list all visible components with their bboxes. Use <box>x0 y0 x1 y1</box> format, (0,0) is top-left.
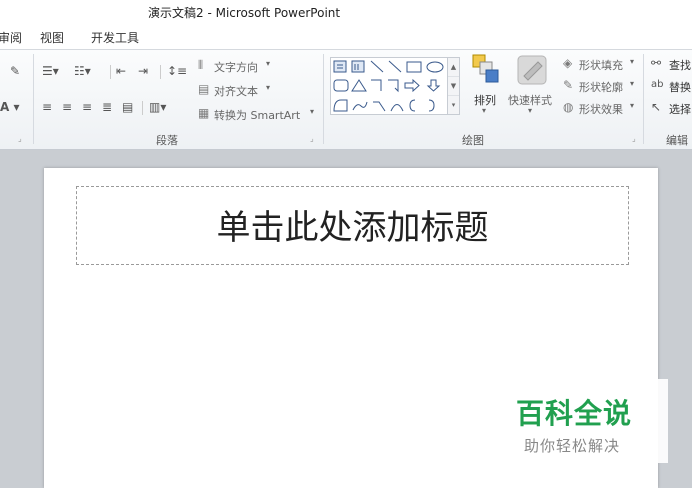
replace-icon: ab <box>651 79 664 90</box>
title-bar: 演示文稿2 - Microsoft PowerPoint <box>0 0 692 24</box>
text-direction-button[interactable]: 文字方向 <box>214 59 258 75</box>
scroll-down-icon[interactable]: ▼ <box>448 77 459 96</box>
separator <box>160 65 161 79</box>
text-direction-icon: ⫴ <box>198 58 204 72</box>
chevron-down-icon: ▾ <box>630 101 635 110</box>
scroll-up-icon[interactable]: ▲ <box>448 58 459 77</box>
distributed-icon[interactable]: ▤ <box>122 100 133 114</box>
find-button[interactable]: 查找 <box>669 57 691 73</box>
watermark-sub-text: 助你轻松解决 <box>524 437 621 455</box>
align-center-icon[interactable]: ≡ <box>62 100 72 114</box>
justify-icon[interactable]: ≣ <box>102 100 112 114</box>
chevron-down-icon: ▾ <box>266 83 271 92</box>
font-group-launcher-icon[interactable]: ⌟ <box>18 134 22 143</box>
shape-outline-button[interactable]: 形状轮廓 <box>579 79 623 95</box>
paint-bucket-icon: ◈ <box>563 56 573 70</box>
title-placeholder-text[interactable]: 单击此处添加标题 <box>76 200 629 249</box>
chevron-down-icon: ▾ <box>266 59 271 68</box>
binoculars-icon: ⚯ <box>651 56 662 70</box>
cursor-arrow-icon: ↖ <box>651 100 662 114</box>
arrange-icon <box>472 54 500 87</box>
shape-effects-button[interactable]: 形状效果 <box>579 101 623 117</box>
quick-styles-icon <box>516 54 548 89</box>
gallery-more-icon[interactable]: ▾ <box>448 96 459 115</box>
pen-outline-icon: ✎ <box>563 78 574 92</box>
paragraph-group-launcher-icon[interactable]: ⌟ <box>310 134 314 143</box>
chevron-down-icon: ▾ <box>310 107 315 116</box>
clear-formatting-icon[interactable]: ✎ <box>10 64 20 78</box>
tab-view[interactable]: 视图 <box>40 29 64 46</box>
align-left-icon[interactable]: ≡ <box>42 100 52 114</box>
select-button[interactable]: 选择 <box>669 101 691 117</box>
align-right-icon[interactable]: ≡ <box>82 100 92 114</box>
shapes-gallery-scroll[interactable]: ▲ ▼ ▾ <box>448 57 460 115</box>
paragraph-group-label: 段落 <box>156 134 178 147</box>
chevron-down-icon: ▾ <box>482 106 487 115</box>
shape-effects-icon: ◍ <box>563 100 574 114</box>
increase-indent-icon[interactable]: ⇥ <box>138 64 148 78</box>
decrease-indent-icon[interactable]: ⇤ <box>116 64 126 78</box>
numbering-icon[interactable]: ☷▾ <box>74 64 91 78</box>
bullets-icon[interactable]: ☰▾ <box>42 64 59 78</box>
editing-group-label: 编辑 <box>666 134 688 147</box>
watermark-main-text: 百科全说 <box>516 397 633 430</box>
chevron-down-icon: ▾ <box>630 79 635 88</box>
window-title: 演示文稿2 - Microsoft PowerPoint <box>148 6 341 20</box>
convert-smartart-button[interactable]: 转换为 SmartArt <box>214 107 300 123</box>
separator <box>142 101 143 115</box>
shapes-gallery[interactable] <box>330 57 448 115</box>
tab-developer[interactable]: 开发工具 <box>91 29 139 46</box>
drawing-group-launcher-icon[interactable]: ⌟ <box>632 134 636 143</box>
align-text-icon: ▤ <box>198 82 210 96</box>
group-separator <box>33 54 34 144</box>
columns-icon[interactable]: ▥▾ <box>149 100 166 114</box>
replace-button[interactable]: 替换 <box>669 79 691 95</box>
shape-fill-button[interactable]: 形状填充 <box>579 57 623 73</box>
smartart-icon: ▦ <box>198 106 210 120</box>
group-separator <box>643 54 644 144</box>
font-color-icon[interactable]: A ▾ <box>0 100 20 114</box>
group-separator <box>323 54 324 144</box>
separator <box>110 65 111 79</box>
line-spacing-icon[interactable]: ↕≡ <box>167 64 187 78</box>
chevron-down-icon: ▾ <box>528 106 533 115</box>
chevron-down-icon: ▾ <box>630 57 635 66</box>
align-text-button[interactable]: 对齐文本 <box>214 83 258 99</box>
shapes-gallery-icons <box>333 60 444 112</box>
drawing-group-label: 绘图 <box>462 134 484 147</box>
ribbon-tabs: 审阅 视图 开发工具 <box>0 24 692 50</box>
tab-review[interactable]: 审阅 <box>0 29 22 46</box>
